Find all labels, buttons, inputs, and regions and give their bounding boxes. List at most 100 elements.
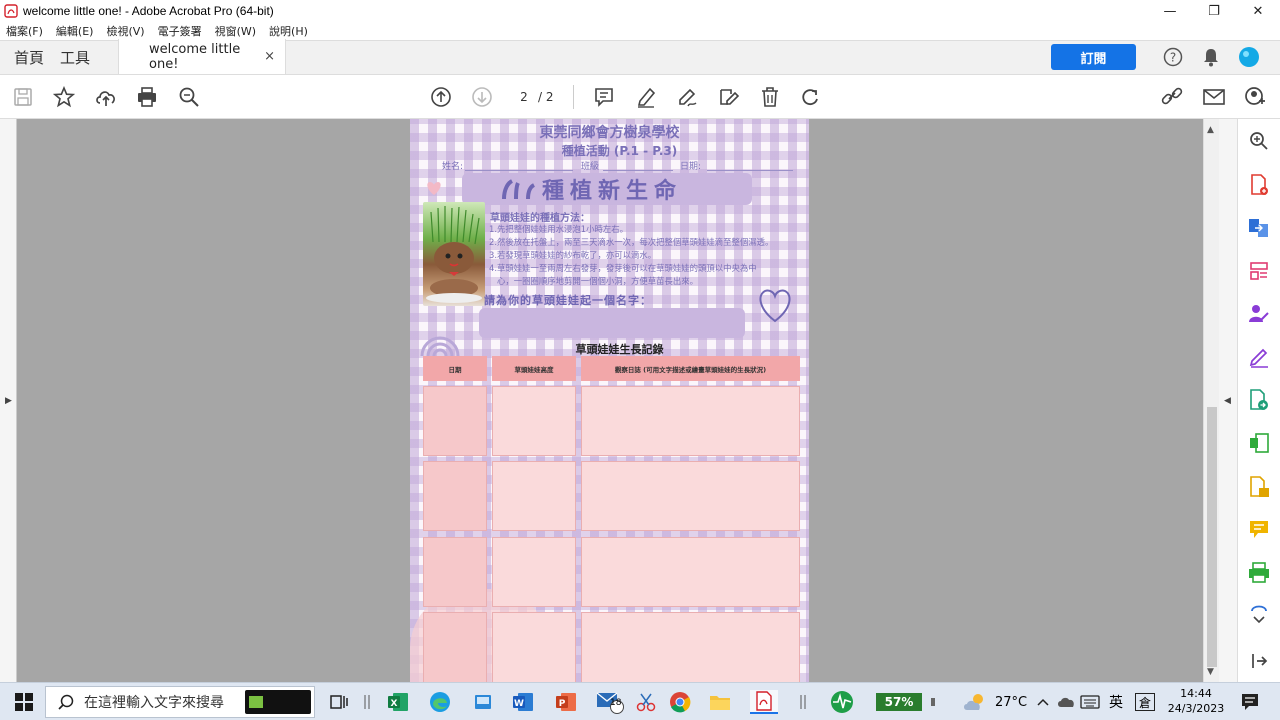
document-viewport[interactable]: 東莞同鄉會方樹泉學校 種植活動 (P.1 - P.3) 姓名: 班級 日期: 種… [17,119,1203,682]
acrobat-taskbar-icon[interactable] [750,690,778,714]
minimize-button[interactable]: — [1148,0,1192,22]
edge-icon[interactable] [427,690,453,714]
restore-button[interactable]: ❐ [1192,0,1236,22]
table-cell [423,537,487,607]
star-icon[interactable] [51,84,77,110]
share-user-icon[interactable] [1242,84,1268,110]
comment-tool-icon[interactable] [1247,518,1271,542]
print-production-icon[interactable] [1247,561,1271,585]
tab-tools[interactable]: 工具 [58,40,104,74]
left-panel-toggle[interactable]: ▶ [0,119,17,682]
close-tab-icon[interactable]: × [264,49,275,64]
file-icon[interactable] [470,690,496,714]
word-icon[interactable]: W [510,690,536,714]
notification-icon[interactable] [1238,690,1262,714]
ime-language[interactable]: 英 [1106,690,1126,714]
chevron-up-icon[interactable] [1035,690,1051,714]
expand-left-icon[interactable]: ▶ [5,396,12,406]
sign-icon[interactable] [674,84,700,110]
page-down-icon[interactable] [469,84,495,110]
menu-window[interactable]: 視窗(W) [215,23,256,39]
excel-icon[interactable]: X [385,690,411,714]
save-icon[interactable] [10,84,36,110]
edit-text-icon[interactable] [716,84,742,110]
upload-cloud-icon[interactable] [93,84,119,110]
page-number-control: 2 / 2 [510,87,553,107]
mail-app-icon[interactable]: 18 [595,690,627,714]
menu-file[interactable]: 檔案(F) [6,23,43,39]
clock-date: 24/3/2023 [1167,702,1225,715]
activity-monitor-icon[interactable] [828,690,856,714]
zoom-in-icon[interactable] [1247,129,1271,153]
tab-home[interactable]: 首頁 [0,40,58,74]
print-icon[interactable] [134,84,160,110]
pdf-banner: 種植新生命 [462,173,752,205]
avatar[interactable] [1236,44,1262,70]
menu-view[interactable]: 檢視(V) [106,23,144,39]
name-line [465,170,573,171]
close-window-button[interactable]: ✕ [1236,0,1280,22]
delete-icon[interactable] [757,84,783,110]
bell-icon[interactable] [1198,44,1224,70]
table-cell [492,386,576,456]
scan-ocr-icon[interactable] [1247,475,1271,499]
comment-icon[interactable] [591,84,617,110]
pdf-step: 3.若發現草頭娃娃的紗布乾了，亦可以滴水。 [489,250,657,260]
scrollbar-thumb[interactable] [1207,407,1217,667]
keyboard-icon[interactable] [1079,690,1101,714]
table-cell [492,537,576,607]
fill-sign-icon[interactable] [1247,345,1271,369]
weather-temp[interactable]: 27°C [991,690,1031,714]
menu-edit[interactable]: 編輯(E) [56,23,94,39]
export-pdf-icon[interactable] [1247,388,1271,412]
chrome-icon[interactable] [667,690,693,714]
create-pdf-icon[interactable] [1247,173,1271,197]
zoom-search-icon[interactable] [176,84,202,110]
mail-badge: 18 [610,698,622,708]
tab-bar-right: 訂閱 ? [1051,40,1280,74]
combine-files-icon[interactable] [1247,216,1271,240]
taskbar-clock[interactable]: 14:44 24/3/2023 [1164,686,1228,716]
onedrive-cloud-icon[interactable] [1055,690,1077,714]
snipping-tool-icon[interactable] [633,690,659,714]
current-page-input[interactable]: 2 [510,87,538,107]
pdf-method-title: 草頭娃娃的種植方法： [490,213,590,224]
table-cell [581,537,800,607]
taskbar-search[interactable]: 在這裡輸入文字來搜尋 [45,686,315,718]
collapse-right-icon[interactable]: ◀ [1224,396,1231,406]
rotate-icon[interactable] [798,84,824,110]
table-header-diary: 觀察日誌 (可用文字描述或繪畫草頭娃娃的生長狀況) [581,356,800,381]
svg-text:W: W [514,699,524,709]
link-icon[interactable] [1159,84,1185,110]
subscribe-button[interactable]: 訂閱 [1051,44,1136,70]
mail-icon[interactable] [1201,84,1227,110]
menu-esign[interactable]: 電子簽署 [158,23,202,39]
more-tools-icon[interactable] [1247,602,1271,626]
compress-pdf-icon[interactable] [1247,431,1271,455]
pdf-method-steps: 1.先把整個娃娃用水浸泡1小時左右。 2.然後放在托盤上，兩至三天滴水一次，每次… [489,223,807,288]
file-explorer-icon[interactable] [707,690,733,714]
table-cell [423,461,487,531]
svg-text:X: X [391,699,398,709]
scroll-up-icon[interactable]: ▲ [1207,125,1214,135]
task-view-icon[interactable] [327,690,351,714]
windows-start-icon[interactable] [12,690,36,714]
request-signature-icon[interactable] [1247,302,1271,326]
right-panel-toggle[interactable]: ◀ [1219,119,1237,682]
organize-pages-icon[interactable] [1247,259,1271,283]
powerpoint-icon[interactable]: P [553,690,579,714]
collapse-pane-icon[interactable] [1247,649,1271,673]
battery-indicator[interactable]: 57% [876,693,922,711]
menu-help[interactable]: 說明(H) [269,23,308,39]
scroll-down-icon[interactable]: ▼ [1207,667,1214,677]
ime-mode[interactable]: 倉 [1135,693,1155,711]
taskbar-divider-icon [796,690,810,714]
vertical-scrollbar[interactable]: ▲ ▼ [1203,119,1219,682]
weather-cloud-icon[interactable] [960,690,990,714]
tab-document[interactable]: welcome little one! × [118,39,287,74]
class-line [603,170,673,171]
highlight-pen-icon[interactable] [633,84,659,110]
battery-tip-icon [929,690,937,714]
help-icon[interactable]: ? [1160,44,1186,70]
page-up-icon[interactable] [428,84,454,110]
